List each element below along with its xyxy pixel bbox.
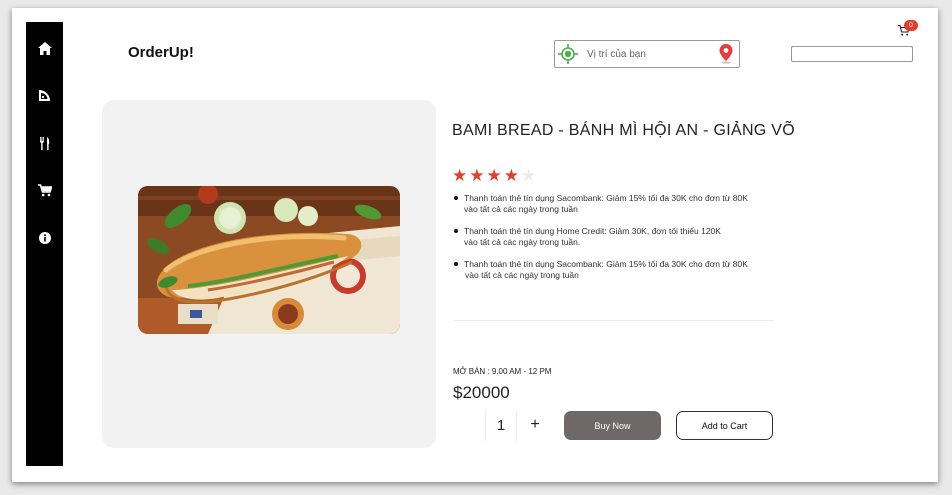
- product-price: $20000: [453, 383, 510, 402]
- promo-text: vào tất cả các ngày trong tuần: [465, 270, 579, 280]
- pizza-icon[interactable]: [26, 85, 63, 105]
- sidebar: [26, 22, 63, 466]
- cart-icon[interactable]: [26, 180, 63, 200]
- promo-text: Thanh toán thẻ tín dụng Home Credit: Giả…: [464, 226, 721, 236]
- rating-stars: ★★★★★: [452, 166, 538, 186]
- opening-hours: MỞ BÁN : 9.00 AM - 12 PM: [453, 367, 552, 376]
- promo-text: Thanh toán thẻ tín dụng Sacombank: Giảm …: [464, 259, 748, 269]
- bullet-icon: [454, 229, 458, 233]
- product-image: [138, 186, 400, 334]
- add-to-cart-button[interactable]: Add to Cart: [676, 411, 773, 440]
- map-pin-icon[interactable]: [719, 44, 733, 69]
- product-title: BAMI BREAD - BÁNH MÌ HỘI AN - GIẢNG VÕ: [452, 122, 796, 139]
- star-empty-icon: ★: [521, 166, 539, 185]
- info-icon[interactable]: [26, 228, 63, 248]
- quantity-stepper: 1 +: [453, 411, 549, 441]
- crosshair-icon: [558, 44, 578, 69]
- promo-text: Thanh toán thẻ tín dụng Sacombank: Giảm …: [464, 193, 748, 203]
- star-filled-icon: ★: [503, 166, 521, 185]
- list-item: Thanh toán thẻ tín dụng Sacombank: Giảm …: [454, 259, 784, 281]
- star-filled-icon: ★: [469, 166, 487, 185]
- star-filled-icon: ★: [452, 166, 470, 185]
- promo-text: vào tất cả các ngày trong tuần: [464, 204, 578, 214]
- increase-quantity-button[interactable]: +: [525, 416, 545, 434]
- quantity-value[interactable]: 1: [491, 417, 511, 434]
- divider: [454, 320, 774, 321]
- location-placeholder: Vị trí của bạn: [587, 49, 646, 60]
- promo-text: vào tất cả các ngày trong tuần.: [464, 237, 581, 247]
- list-item: Thanh toán thẻ tín dụng Home Credit: Giả…: [454, 226, 784, 248]
- search-input[interactable]: [791, 46, 913, 62]
- cart-count-badge: 0: [904, 20, 918, 31]
- buy-now-button[interactable]: Buy Now: [564, 411, 661, 440]
- bullet-icon: [454, 262, 458, 266]
- location-input[interactable]: Vị trí của bạn: [554, 40, 740, 68]
- decrease-quantity-button[interactable]: [453, 411, 485, 441]
- star-filled-icon: ★: [486, 166, 504, 185]
- promotion-list: Thanh toán thẻ tín dụng Sacombank: Giảm …: [454, 193, 784, 292]
- list-item: Thanh toán thẻ tín dụng Sacombank: Giảm …: [454, 193, 784, 215]
- utensils-icon[interactable]: [26, 133, 63, 153]
- bullet-icon: [454, 196, 458, 200]
- app-logo[interactable]: OrderUp!: [128, 44, 194, 61]
- home-icon[interactable]: [26, 38, 63, 58]
